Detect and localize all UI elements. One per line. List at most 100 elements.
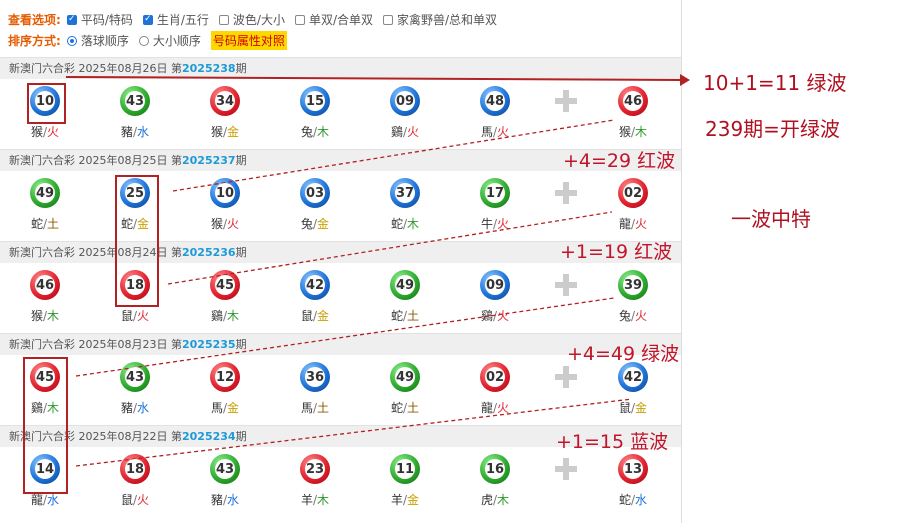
ball-number: 14 bbox=[35, 459, 55, 479]
zodiac-element-label: 蛇/水 bbox=[588, 491, 678, 508]
number-ball[interactable]: 09 bbox=[480, 270, 510, 300]
ball-number: 10 bbox=[35, 91, 55, 111]
number-ball[interactable]: 45 bbox=[210, 270, 240, 300]
number-ball[interactable]: 09 bbox=[390, 86, 420, 116]
view-option-label: 家禽野兽/总和单双 bbox=[397, 13, 498, 27]
zodiac-element-label: 羊/木 bbox=[270, 491, 360, 508]
draw-issue-number: 2025236 bbox=[181, 246, 236, 259]
ball-number: 13 bbox=[623, 459, 643, 479]
zodiac-element-label: 鼠/火 bbox=[90, 491, 180, 508]
ball-cell: 46 猴/木 bbox=[0, 270, 90, 324]
number-ball[interactable]: 48 bbox=[480, 86, 510, 116]
number-ball[interactable]: 03 bbox=[300, 178, 330, 208]
draw-issue-number: 2025237 bbox=[181, 154, 236, 167]
checkbox[interactable] bbox=[294, 14, 305, 25]
ball-cell: 36 馬/土 bbox=[270, 362, 360, 416]
zodiac: 虎 bbox=[480, 493, 493, 507]
ball-number: 42 bbox=[623, 367, 643, 387]
number-ball[interactable]: 42 bbox=[300, 270, 330, 300]
radio-button[interactable] bbox=[66, 35, 77, 46]
five-element: 木 bbox=[635, 125, 648, 139]
five-element: 木 bbox=[317, 125, 330, 139]
ball-number: 12 bbox=[215, 367, 235, 387]
number-ball[interactable]: 43 bbox=[210, 454, 240, 484]
checkbox[interactable] bbox=[218, 14, 229, 25]
annotation-one-wave: 一波中特 bbox=[731, 207, 811, 231]
ball-number: 37 bbox=[395, 183, 415, 203]
plus-icon bbox=[555, 182, 577, 204]
number-ball[interactable]: 17 bbox=[480, 178, 510, 208]
zodiac-element-label: 鼠/金 bbox=[270, 307, 360, 324]
zodiac: 猴 bbox=[210, 217, 223, 231]
number-ball[interactable]: 37 bbox=[390, 178, 420, 208]
number-ball[interactable]: 18 bbox=[120, 454, 150, 484]
number-ball[interactable]: 16 bbox=[480, 454, 510, 484]
ball-number: 43 bbox=[125, 91, 145, 111]
five-element: 金 bbox=[635, 401, 648, 415]
view-option-label: 波色/大小 bbox=[232, 13, 285, 27]
five-element: 木 bbox=[497, 493, 510, 507]
zodiac-element-label: 龍/火 bbox=[450, 399, 540, 416]
view-option-2[interactable]: 波色/大小 bbox=[218, 11, 285, 28]
ball-number: 48 bbox=[485, 91, 505, 111]
ball-cell: 49 蛇/土 bbox=[360, 270, 450, 324]
ball-cell: 09 鷄/火 bbox=[360, 86, 450, 140]
number-ball[interactable]: 12 bbox=[210, 362, 240, 392]
zodiac: 蛇 bbox=[618, 493, 631, 507]
zodiac: 猴 bbox=[30, 309, 43, 323]
zodiac: 羊 bbox=[300, 493, 313, 507]
checkbox[interactable]: ✓ bbox=[142, 14, 153, 25]
number-ball[interactable]: 49 bbox=[30, 178, 60, 208]
annotation-19-red: +1=19 红波 bbox=[560, 241, 673, 263]
number-ball[interactable]: 39 bbox=[618, 270, 648, 300]
number-ball[interactable]: 11 bbox=[390, 454, 420, 484]
number-ball[interactable]: 02 bbox=[480, 362, 510, 392]
radio-button[interactable] bbox=[138, 35, 149, 46]
number-ball[interactable]: 42 bbox=[618, 362, 648, 392]
sort-option-0[interactable]: 落球顺序 bbox=[66, 32, 129, 49]
zodiac: 蛇 bbox=[30, 217, 43, 231]
number-ball[interactable]: 10 bbox=[210, 178, 240, 208]
sort-option-label: 落球顺序 bbox=[80, 34, 129, 48]
view-option-1[interactable]: ✓ 生肖/五行 bbox=[142, 11, 209, 28]
zodiac: 羊 bbox=[390, 493, 403, 507]
zodiac-element-label: 鷄/火 bbox=[360, 123, 450, 140]
annotation-29-red: +4=29 红波 bbox=[563, 150, 676, 172]
zodiac-element-label: 猴/木 bbox=[588, 123, 678, 140]
ball-cell: 12 馬/金 bbox=[180, 362, 270, 416]
number-ball[interactable]: 34 bbox=[210, 86, 240, 116]
attribute-table-link[interactable]: 号码属性对照 bbox=[210, 31, 287, 50]
five-element: 火 bbox=[407, 125, 420, 139]
draw-suffix: 期 bbox=[235, 62, 247, 75]
number-ball[interactable]: 43 bbox=[120, 362, 150, 392]
view-option-4[interactable]: 家禽野兽/总和单双 bbox=[383, 11, 497, 28]
draw-issue-number: 2025238 bbox=[181, 62, 236, 75]
checkbox[interactable]: ✓ bbox=[66, 14, 77, 25]
zodiac: 鷄 bbox=[390, 125, 403, 139]
number-ball[interactable]: 23 bbox=[300, 454, 330, 484]
ball-cell: 13 蛇/水 bbox=[588, 454, 678, 508]
ball-number: 46 bbox=[35, 275, 55, 295]
number-ball[interactable]: 36 bbox=[300, 362, 330, 392]
number-ball[interactable]: 13 bbox=[618, 454, 648, 484]
plus-icon bbox=[555, 90, 577, 112]
view-option-0[interactable]: ✓ 平码/特码 bbox=[66, 11, 133, 28]
number-ball[interactable]: 02 bbox=[618, 178, 648, 208]
checkbox[interactable] bbox=[383, 14, 393, 25]
number-ball[interactable]: 15 bbox=[300, 86, 330, 116]
number-ball[interactable]: 43 bbox=[120, 86, 150, 116]
ball-number: 42 bbox=[305, 275, 325, 295]
annotation-49-green: +4=49 绿波 bbox=[567, 343, 680, 365]
ball-cell: 42 鼠/金 bbox=[588, 362, 678, 416]
number-ball[interactable]: 46 bbox=[30, 270, 60, 300]
number-ball[interactable]: 46 bbox=[618, 86, 648, 116]
number-ball[interactable]: 49 bbox=[390, 270, 420, 300]
sort-option-1[interactable]: 大小顺序 bbox=[138, 32, 201, 49]
draw-issue-number: 2025235 bbox=[181, 338, 236, 351]
view-option-3[interactable]: 单双/合单双 bbox=[294, 11, 373, 28]
number-ball[interactable]: 49 bbox=[390, 362, 420, 392]
ball-cell: 03 兔/金 bbox=[270, 178, 360, 232]
view-option-label: 平码/特码 bbox=[80, 13, 133, 27]
draw-date: 新澳门六合彩 2025年08月26日 第 bbox=[9, 62, 182, 75]
zodiac-element-label: 鷄/火 bbox=[450, 307, 540, 324]
